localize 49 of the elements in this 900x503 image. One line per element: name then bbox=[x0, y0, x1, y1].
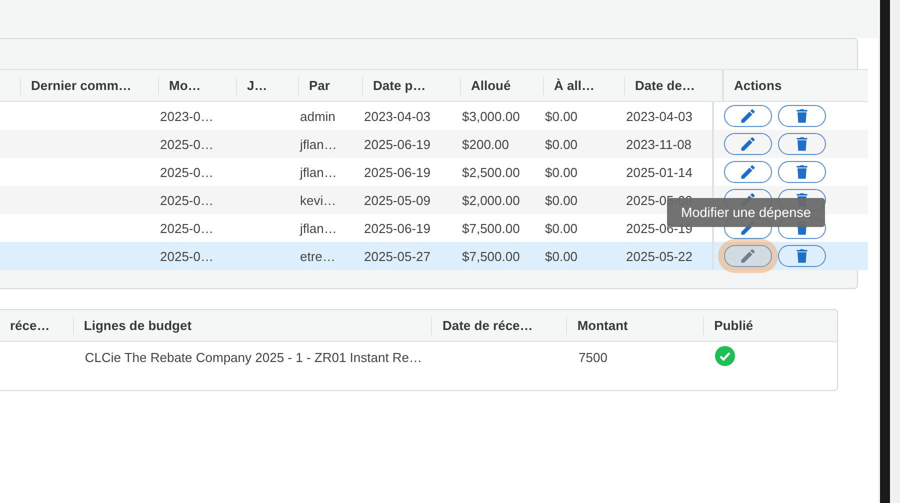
table-cell-text: 2025-0… bbox=[159, 192, 214, 208]
table-cell-text: CLCie The Rebate Company 2025 - 1 - ZR01 Instant Re… bbox=[84, 350, 424, 364]
table-cell-text: 2025-01-14 bbox=[625, 164, 694, 180]
column-header: Dernier comm… bbox=[20, 76, 158, 94]
table-cell-text: admin bbox=[299, 108, 336, 124]
table-cell-text: $2,500.00 bbox=[461, 164, 521, 180]
column-header: J… bbox=[236, 76, 298, 94]
table-cell-text: $0.00 bbox=[544, 164, 579, 180]
table-cell-text: kevi… bbox=[299, 192, 338, 208]
table-cell-text: $3,000.00 bbox=[461, 108, 521, 124]
table-cell-text: 2025-05-09 bbox=[363, 192, 432, 208]
table-cell-text: $0.00 bbox=[544, 108, 579, 124]
table-cell-text: $0.00 bbox=[544, 136, 579, 152]
column-header: Date de… bbox=[624, 76, 722, 94]
column-header: réce… bbox=[9, 316, 51, 334]
table-cell-text: 2023-04-03 bbox=[625, 108, 694, 124]
table-cell-text: jflan… bbox=[298, 220, 338, 236]
column-header: Montant bbox=[566, 316, 704, 334]
table-cell-text: 2023-04-03 bbox=[363, 108, 432, 124]
table-cell-text: 2025-0… bbox=[159, 248, 214, 264]
column-header: Par bbox=[298, 76, 362, 94]
table-cell-text: $7,500.00 bbox=[461, 220, 521, 236]
table-cell-text: 2025-05-27 bbox=[363, 248, 432, 264]
table-cell-text: etre… bbox=[299, 248, 336, 264]
table-cell-text: 2025-06-19 bbox=[363, 164, 432, 180]
column-header: À all… bbox=[543, 76, 624, 94]
table-cell-text: 2025-0… bbox=[159, 220, 214, 236]
table-cell-text: 2025-06-19 bbox=[363, 136, 432, 152]
column-header: Lignes de budget bbox=[72, 316, 432, 334]
table-cell-text: $200.00 bbox=[461, 136, 510, 152]
column-header: Publié bbox=[703, 316, 837, 334]
table-cell-text: 2025-0… bbox=[159, 136, 214, 152]
table-cell-text: 2025-05-22 bbox=[625, 248, 694, 264]
table-cell-text: $0.00 bbox=[544, 192, 579, 208]
table-cell-text: $2,000.00 bbox=[461, 192, 521, 208]
table-cell-text: jflan… bbox=[298, 136, 338, 152]
column-header: Date p… bbox=[362, 76, 460, 94]
column-header: Date de réce… bbox=[431, 316, 566, 334]
column-header: Mo… bbox=[158, 76, 236, 94]
column-header: Alloué bbox=[460, 76, 543, 94]
table-cell-text: 2023-11-08 bbox=[625, 136, 693, 152]
table-cell-text: $7,500.00 bbox=[461, 248, 521, 264]
table-cell-text: 2023-0… bbox=[159, 108, 214, 124]
table-cell-text: 7500 bbox=[578, 350, 608, 364]
table-cell-text: jflan… bbox=[298, 164, 338, 180]
table-cell-text: $0.00 bbox=[544, 220, 579, 236]
table-cell-text: 2025-06-19 bbox=[363, 220, 432, 236]
table-cell-text: $0.00 bbox=[544, 248, 579, 264]
table-cell-text: 2025-0… bbox=[159, 164, 214, 180]
